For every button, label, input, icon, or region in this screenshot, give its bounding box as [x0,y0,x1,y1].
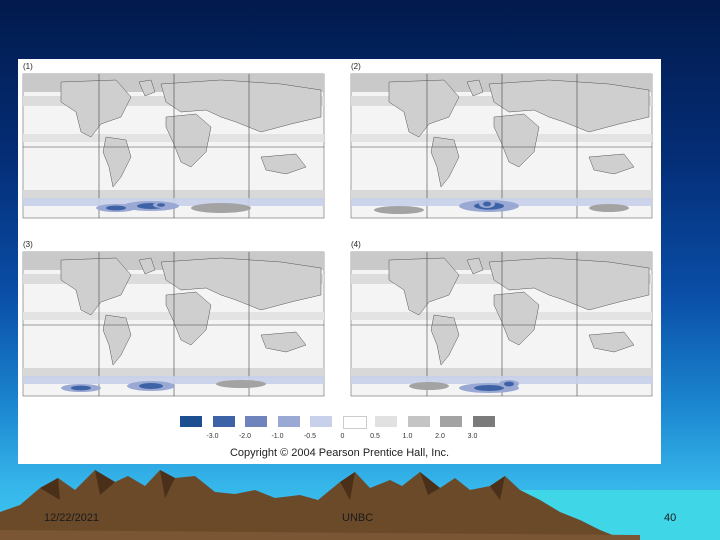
map-panel-3: (3) [21,240,326,398]
legend-tick-label: -0.5 [303,433,317,440]
footer-date: 12/22/2021 [44,512,100,524]
world-map-4 [350,251,653,397]
world-map-1 [22,73,325,219]
legend-swatch [472,416,495,427]
legend-swatch [375,416,397,427]
footer-center: UNBC [342,512,374,524]
map-layer [350,251,653,397]
legend-swatch [342,416,367,429]
map-layer [22,251,325,397]
world-map-3 [22,251,325,397]
legend-swatch [407,416,430,427]
map-layer [22,73,325,219]
climate-map-figure: (1) (2) (3) (4) -3.0 -2.0 -1.0 -0.5 0 0.5 1.0 2… [18,59,661,464]
legend-tick-label: -2.0 [238,433,252,440]
color-legend: -3.0 -2.0 -1.0 -0.5 0 0.5 1.0 2.0 3.0 Copyright … [18,414,661,464]
legend-swatch [277,416,300,427]
map-panel-2: (2) [349,62,654,220]
legend-tick-label: -1.0 [271,433,284,440]
legend-swatch [440,416,462,427]
legend-tick-label: 1.0 [402,433,413,440]
footer-page-number: 40 [664,512,677,524]
legend-tick-label: 0 [340,433,345,440]
map-panel-1: (1) [21,62,326,220]
legend-tick-label: 2.0 [435,433,445,440]
legend-swatch [180,416,202,427]
world-map-2 [350,73,653,219]
legend-swatch [245,416,267,427]
legend-swatch [212,416,235,427]
map-layer [350,73,653,219]
legend-swatch [310,416,332,427]
legend-tick-label: 3.0 [467,433,478,440]
copyright-text: Copyright © 2004 Pearson Prentice Hall, … [229,447,450,459]
map-panel-4: (4) [349,240,654,398]
legend-tick-label: 0.5 [370,433,380,440]
legend-tick-label: -3.0 [206,433,219,440]
mountain-range [0,470,640,540]
